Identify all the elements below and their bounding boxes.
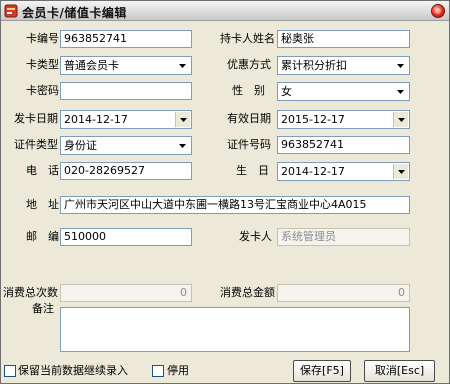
chevron-down-icon[interactable]: [393, 112, 408, 127]
issue-date-value: 2014-12-17: [64, 113, 128, 126]
card-type-value: 普通会员卡: [64, 59, 119, 72]
birthday-value: 2014-12-17: [281, 165, 345, 178]
card-no-label: 卡编号: [26, 32, 59, 45]
id-number-label: 证件号码: [227, 138, 271, 151]
issue-date-label: 发卡日期: [14, 112, 58, 125]
chevron-down-icon[interactable]: [175, 138, 190, 153]
birthday-label: 生 日: [236, 164, 269, 177]
id-type-select[interactable]: 身份证: [60, 136, 192, 155]
phone-input[interactable]: 020-28269527: [60, 162, 192, 180]
card-password-input[interactable]: [60, 82, 192, 100]
address-label: 地 址: [26, 198, 59, 211]
discount-mode-value: 累计积分折扣: [281, 59, 347, 72]
window-title: 会员卡/储值卡编辑: [22, 6, 127, 20]
chevron-down-icon[interactable]: [393, 58, 408, 73]
discount-mode-select[interactable]: 累计积分折扣: [277, 56, 410, 75]
address-input[interactable]: 广州市天河区中山大道中东圃一横路13号汇宝商业中心4A015: [60, 196, 410, 214]
keep-data-label: 保留当前数据继续录入: [18, 364, 128, 377]
postcode-label: 邮 编: [26, 230, 59, 243]
title-bar: 会员卡/储值卡编辑: [1, 1, 449, 21]
total-count-input: 0: [60, 284, 192, 302]
disable-checkbox[interactable]: [152, 365, 164, 377]
id-type-value: 身份证: [64, 139, 97, 152]
save-button[interactable]: 保存[F5]: [293, 360, 351, 382]
valid-date-picker[interactable]: 2015-12-17: [277, 110, 410, 129]
gender-select[interactable]: 女: [277, 82, 410, 101]
close-button[interactable]: [431, 4, 445, 18]
card-edit-window: 会员卡/储值卡编辑 卡编号 963852741 持卡人姓名 秘奥张 卡类型 普通…: [0, 0, 450, 384]
remarks-label: 备注: [32, 302, 54, 315]
postcode-input[interactable]: 510000: [60, 228, 192, 246]
card-type-select[interactable]: 普通会员卡: [60, 56, 192, 75]
card-password-label: 卡密码: [26, 84, 59, 97]
issuer-input: 系统管理员: [277, 228, 410, 246]
chevron-down-icon[interactable]: [393, 164, 408, 179]
valid-date-label: 有效日期: [227, 112, 271, 125]
issue-date-picker[interactable]: 2014-12-17: [60, 110, 192, 129]
holder-name-input[interactable]: 秘奥张: [277, 30, 410, 48]
total-amount-label: 消费总金额: [220, 286, 275, 299]
gender-value: 女: [281, 85, 292, 98]
total-count-label: 消费总次数: [3, 286, 58, 299]
id-number-input[interactable]: 963852741: [277, 136, 410, 154]
cancel-button[interactable]: 取消[Esc]: [364, 360, 435, 382]
valid-date-value: 2015-12-17: [281, 113, 345, 126]
chevron-down-icon[interactable]: [175, 112, 190, 127]
total-amount-input: 0: [277, 284, 410, 302]
birthday-picker[interactable]: 2014-12-17: [277, 162, 410, 181]
card-type-label: 卡类型: [26, 58, 59, 71]
issuer-label: 发卡人: [239, 230, 272, 243]
holder-name-label: 持卡人姓名: [220, 32, 275, 45]
member-card-icon: [4, 4, 18, 18]
gender-label: 性 别: [232, 84, 265, 97]
remarks-textarea[interactable]: [60, 307, 410, 352]
disable-label: 停用: [167, 364, 189, 377]
chevron-down-icon[interactable]: [175, 58, 190, 73]
id-type-label: 证件类型: [14, 138, 58, 151]
discount-mode-label: 优惠方式: [227, 58, 271, 71]
card-no-input[interactable]: 963852741: [60, 30, 192, 48]
phone-label: 电 话: [26, 164, 59, 177]
keep-data-checkbox[interactable]: [4, 365, 16, 377]
chevron-down-icon[interactable]: [393, 84, 408, 99]
